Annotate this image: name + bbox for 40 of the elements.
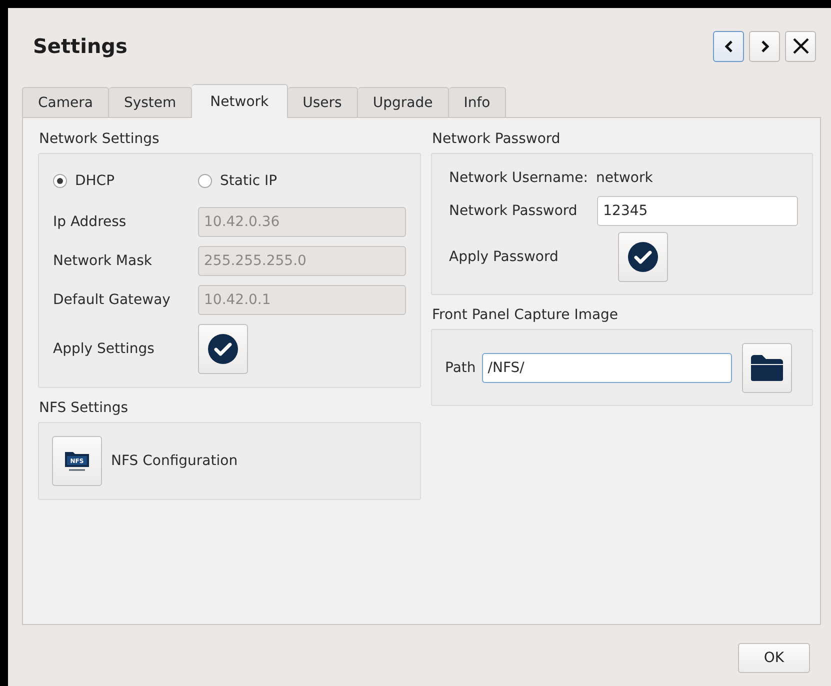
- next-button[interactable]: [749, 30, 780, 62]
- window-title: Settings: [33, 34, 128, 58]
- password-field[interactable]: 12345: [597, 196, 798, 226]
- radio-button[interactable]: [198, 174, 212, 188]
- check-icon: [207, 333, 239, 365]
- tab[interactable]: Info: [448, 87, 506, 117]
- radio-button[interactable]: [53, 174, 67, 188]
- field-label: Network Mask: [53, 253, 153, 269]
- close-button[interactable]: [785, 30, 816, 62]
- field-label: Apply Password: [449, 249, 560, 265]
- tab[interactable]: Users: [288, 87, 358, 117]
- tab[interactable]: Upgrade: [358, 87, 449, 117]
- previous-button[interactable]: [713, 30, 744, 62]
- tab[interactable]: Camera: [22, 87, 109, 117]
- username-value: network: [596, 170, 653, 186]
- tab[interactable]: Network: [192, 84, 288, 118]
- group-title: NFS Settings: [39, 400, 128, 416]
- group-title: Network Password: [432, 131, 560, 147]
- browse-button[interactable]: [742, 343, 792, 393]
- radio-label: DHCP: [75, 173, 115, 189]
- field-label: Network Password: [449, 203, 578, 219]
- radio-label: Static IP: [220, 173, 278, 189]
- tab[interactable]: System: [108, 87, 192, 117]
- field-label: Path: [445, 360, 476, 376]
- button-label: NFS Configuration: [111, 453, 238, 469]
- path-field[interactable]: /NFS/: [482, 353, 732, 383]
- folder-icon: [750, 354, 784, 382]
- group-title: Network Settings: [39, 131, 160, 147]
- field-label: Network Username:: [449, 170, 588, 186]
- field-label: Default Gateway: [53, 292, 172, 308]
- apply-button[interactable]: [198, 324, 248, 374]
- apply-button[interactable]: [618, 232, 668, 282]
- field-label: Apply Settings: [53, 341, 156, 357]
- previous-icon: [724, 40, 732, 52]
- field-label: Ip Address: [53, 214, 128, 230]
- check-icon: [627, 241, 659, 273]
- group-title: Front Panel Capture Image: [432, 307, 618, 323]
- close-icon: [792, 38, 808, 54]
- ok-button[interactable]: OK: [738, 643, 810, 673]
- next-icon: [760, 40, 768, 52]
